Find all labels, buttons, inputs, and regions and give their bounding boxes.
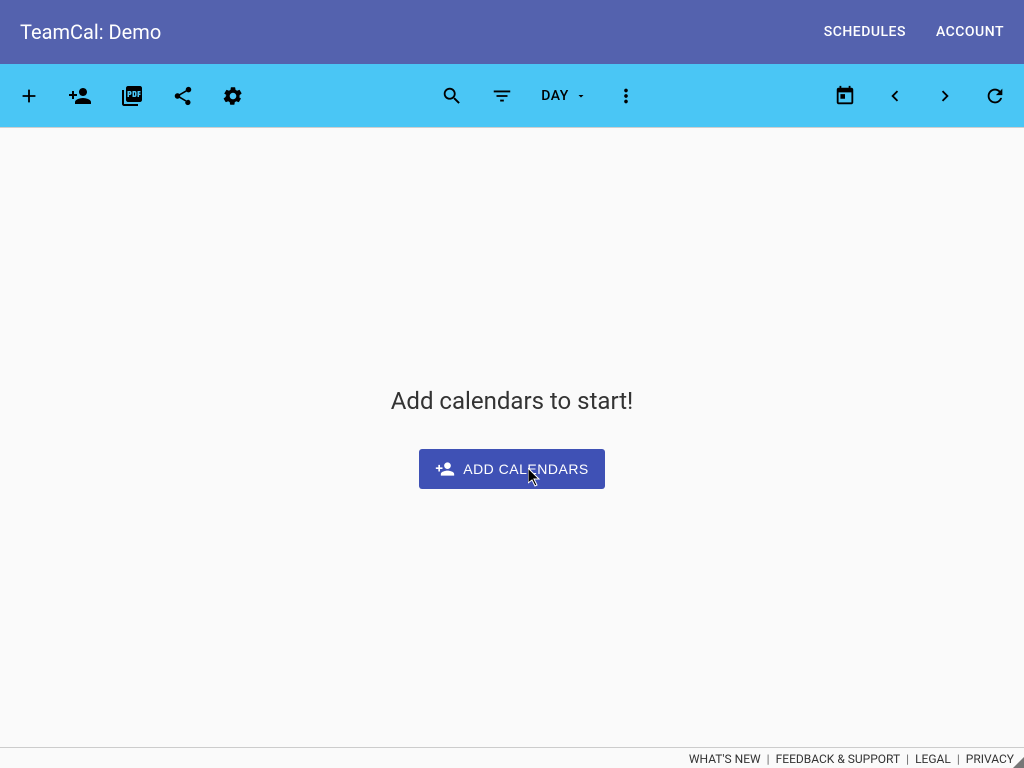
main-content: Add calendars to start! ADD CALENDARS [0,128,1024,747]
footer-sep: | [906,752,909,766]
footer-sep: | [957,752,960,766]
footer-feedback[interactable]: FEEDBACK & SUPPORT [776,752,901,766]
footer-sep: | [767,752,770,766]
top-nav: SCHEDULES ACCOUNT [824,24,1004,40]
settings-icon[interactable] [222,85,244,107]
footer-whats-new[interactable]: WHAT'S NEW [689,752,761,766]
today-icon[interactable] [834,85,856,107]
footer-privacy[interactable]: PRIVACY [966,752,1014,766]
more-icon[interactable] [615,85,637,107]
filter-icon[interactable] [491,85,513,107]
toolbar: DAY [0,64,1024,128]
app-title: TeamCal: Demo [20,20,824,44]
prev-icon[interactable] [884,85,906,107]
add-icon[interactable] [18,85,40,107]
app-header: TeamCal: Demo SCHEDULES ACCOUNT [0,0,1024,64]
toolbar-right [834,85,1006,107]
next-icon[interactable] [934,85,956,107]
empty-state-title: Add calendars to start! [391,387,633,415]
add-person-icon[interactable] [68,84,92,108]
refresh-icon[interactable] [984,85,1006,107]
footer: WHAT'S NEW | FEEDBACK & SUPPORT | LEGAL … [0,747,1024,768]
share-icon[interactable] [172,85,194,107]
view-selector[interactable]: DAY [541,88,587,104]
pdf-icon[interactable] [120,84,144,108]
toolbar-center: DAY [441,85,637,107]
view-selector-label: DAY [541,88,569,104]
add-person-icon [435,459,455,479]
add-calendars-label: ADD CALENDARS [463,461,589,477]
search-icon[interactable] [441,85,463,107]
resize-handle-icon[interactable] [1013,757,1024,768]
nav-account[interactable]: ACCOUNT [936,24,1004,40]
toolbar-left [18,84,244,108]
nav-schedules[interactable]: SCHEDULES [824,24,906,40]
footer-legal[interactable]: LEGAL [915,752,951,766]
add-calendars-button[interactable]: ADD CALENDARS [419,449,605,489]
dropdown-icon [575,90,587,102]
